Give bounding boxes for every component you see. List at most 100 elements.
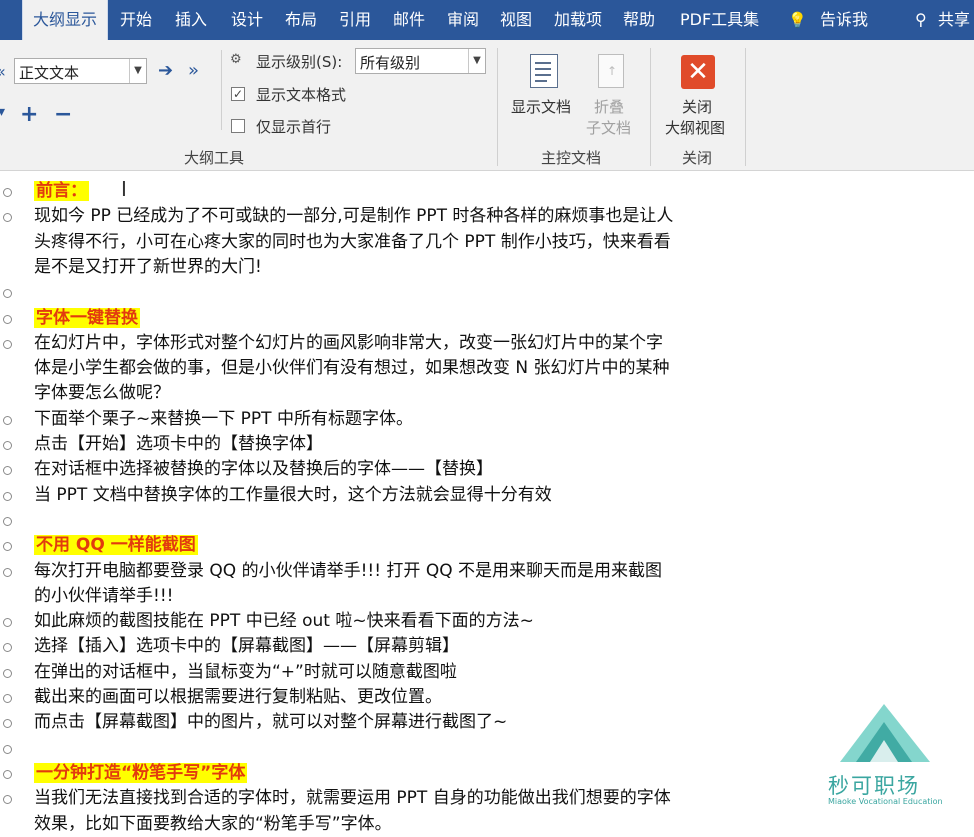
outline-body-text: 当 PPT 文档中替换字体的工作量很大时，这个方法就会显得十分有效 [34,484,552,505]
outline-bullet-icon[interactable] [3,567,12,577]
tell-me-search[interactable]: 告诉我 [810,0,878,40]
outline-bullet-icon[interactable] [3,314,12,324]
heading-text: 前言： [34,181,89,201]
outline-body-text: 选择【插入】选项卡中的【屏幕截图】——【屏幕剪辑】 [34,636,459,657]
show-text-format-checkbox[interactable]: ✓ [231,87,245,101]
master-document-group-label: 主控文档 [541,149,602,167]
close-outline-view-line2[interactable]: 大纲视图 [665,118,725,138]
show-first-line-only-checkbox[interactable] [231,119,245,133]
outline-bullet-icon[interactable] [3,415,12,425]
show-level-label: 显示级别(S): [256,53,343,71]
outline-body-text: 而点击【屏幕截图】中的图片，就可以对整个屏幕进行截图了~ [34,712,508,733]
outline-body-text: 如此麻烦的截图技能在 PPT 中已经 out 啦~快来看看下面的方法~ [34,611,534,632]
expand-plus-icon[interactable]: + [20,102,38,127]
outline-body-text: 字体要怎么做呢？ [34,383,170,404]
tab-8[interactable]: 视图 [490,0,542,40]
show-level-combo[interactable]: 所有级别 ▼ [355,48,486,74]
text-cursor-icon: I [121,177,127,201]
outline-body-text: 头疼得不行，小可在心疼大家的同时也为大家准备了几个 PPT 制作小技巧，快来看看 [34,231,671,252]
outline-bullet-icon[interactable] [3,441,12,450]
show-first-line-only-label[interactable]: 仅显示首行 [256,116,331,137]
outline-body-text: 点击【开始】选项卡中的【替换字体】 [34,434,323,454]
tab-5[interactable]: 引用 [329,0,381,40]
group-divider [745,48,746,166]
tab-3[interactable]: 设计 [221,0,273,40]
tab-9[interactable]: 加载项 [544,0,612,40]
outline-bullet-icon[interactable] [3,491,12,501]
outline-body-text: 在弹出的对话框中，当鼠标变为“+”时就可以随意截图啦 [34,661,457,682]
outline-bullet-icon[interactable] [3,795,12,805]
outline-heading: 不用 QQ 一样能截图 [34,533,198,558]
outline-bullet-icon[interactable] [3,744,12,754]
outline-body-text: 是不是又打开了新世界的大门! [34,256,262,277]
share-button[interactable]: 共享 [928,0,974,40]
outline-bullet-icon[interactable] [3,694,12,703]
tab-6[interactable]: 邮件 [383,0,435,40]
demote-arrow-icon[interactable]: ➔ [158,60,173,81]
tab-0[interactable]: 大纲显示 [22,0,109,40]
ribbon: « 正文文本 ▼ ➔ » ▾ + − ⚙ 显示级别(S): 所有级别 ▼ ✓ 显… [0,40,974,171]
heading-text: 不用 QQ 一样能截图 [34,535,198,556]
close-icon[interactable]: ✕ [681,55,715,89]
outline-bullet-icon[interactable] [3,719,12,729]
outline-bullet-icon[interactable] [3,668,12,678]
outline-bullet-icon[interactable] [3,618,12,628]
brand-name: 秒可职场 [828,774,920,798]
outline-level-value: 正文文本 [19,64,80,82]
outline-bullet-icon[interactable] [3,516,12,526]
menu-bar: 大纲显示 开始 插入 设计 布局 引用 邮件 审阅 视图 加载项 帮助 PDF工具集 💡 告诉我 ⚲ 共享 [0,0,974,40]
show-text-format-label[interactable]: 显示文本格式 [256,84,346,105]
collapse-subdocument-line1: 折叠 [594,98,625,116]
outline-bullet-icon[interactable] [3,213,12,223]
tab-4[interactable]: 布局 [275,0,327,40]
collapse-minus-icon[interactable]: − [54,102,72,127]
outline-body-text: 截出来的画面可以根据需要进行复制粘贴、更改位置。 [34,687,442,707]
outline-body-text: 的小伙伴请举手!!! [34,585,174,606]
tab-1[interactable]: 开始 [110,0,162,40]
tab-2[interactable]: 插入 [165,0,217,40]
outline-body-text: 效果，比如下面要教给大家的“粉笔手写”字体。 [34,813,392,834]
outline-bullet-icon[interactable] [3,289,12,299]
outline-tools-group-label: 大纲工具 [184,149,245,167]
outline-bullet-icon[interactable] [3,769,12,779]
outline-body-text: 当我们无法直接找到合适的字体时，就需要运用 PPT 自身的功能做出我们想要的字体 [34,788,671,809]
mountain-logo-icon [840,704,930,762]
outline-body-text: 下面举个栗子~来替换一下 PPT 中所有标题字体。 [34,408,413,429]
outline-bullet-icon[interactable] [3,643,12,653]
group-divider [497,48,498,166]
collapse-subdocument-icon: ↑ [598,54,624,88]
promote-to-heading-arrow-icon[interactable]: « [0,62,6,81]
collapse-subdocument-line2: 子文档 [586,119,632,137]
close-group-label: 关闭 [682,149,713,167]
outline-body-text: 每次打开电脑都要登录 QQ 的小伙伴请举手!!! 打开 QQ 不是用来聊天而是用… [34,560,662,581]
outline-body-text: 在对话框中选择被替换的字体以及替换后的字体——【替换】 [34,459,493,480]
outline-body-text: 现如今 PP 已经成为了不可或缺的一部分,可是制作 PPT 时各种各样的麻烦事也… [34,206,674,227]
outline-heading: 前言： [34,179,89,204]
outline-level-combo[interactable]: 正文文本 ▼ [14,58,147,84]
heading-text: 一分钟打造“粉笔手写”字体 [34,762,248,783]
group-divider [650,48,651,166]
demote-to-body-arrow-icon[interactable]: » [188,60,199,81]
show-level-icon: ⚙ [230,52,242,67]
close-outline-view-line1[interactable]: 关闭 [682,97,712,117]
heading-text: 字体一键替换 [34,307,140,328]
show-level-value: 所有级别 [360,54,421,72]
chevron-down-icon: ▼ [468,49,485,73]
show-document-button[interactable]: 显示文档 [511,97,571,117]
brand-logo: 秒可职场 Miaoke Vocational Education [826,700,944,810]
outline-bullet-icon[interactable] [3,466,12,476]
tab-10[interactable]: 帮助 [613,0,665,40]
tab-7[interactable]: 审阅 [437,0,489,40]
outline-bullet-icon[interactable] [3,188,12,197]
outline-body-text: 在幻灯片中，字体形式对整个幻灯片的画风影响非常大，改变一张幻灯片中的某个字 [34,332,663,353]
brand-subtitle: Miaoke Vocational Education [828,797,943,806]
outline-heading: 一分钟打造“粉笔手写”字体 [34,761,248,786]
divider [221,50,222,130]
outline-body-text: 体是小学生都会做的事，但是小伙伴们有没有想过，如果想改变 N 张幻灯片中的某种 [34,358,670,379]
document-icon [530,54,558,88]
tab-11[interactable]: PDF工具集 [670,0,769,40]
outline-bullet-icon[interactable] [3,542,12,552]
outline-bullet-icon[interactable] [3,339,12,349]
chevron-down-icon: ▼ [129,59,146,83]
move-down-arrow-icon[interactable]: ▾ [0,104,5,120]
